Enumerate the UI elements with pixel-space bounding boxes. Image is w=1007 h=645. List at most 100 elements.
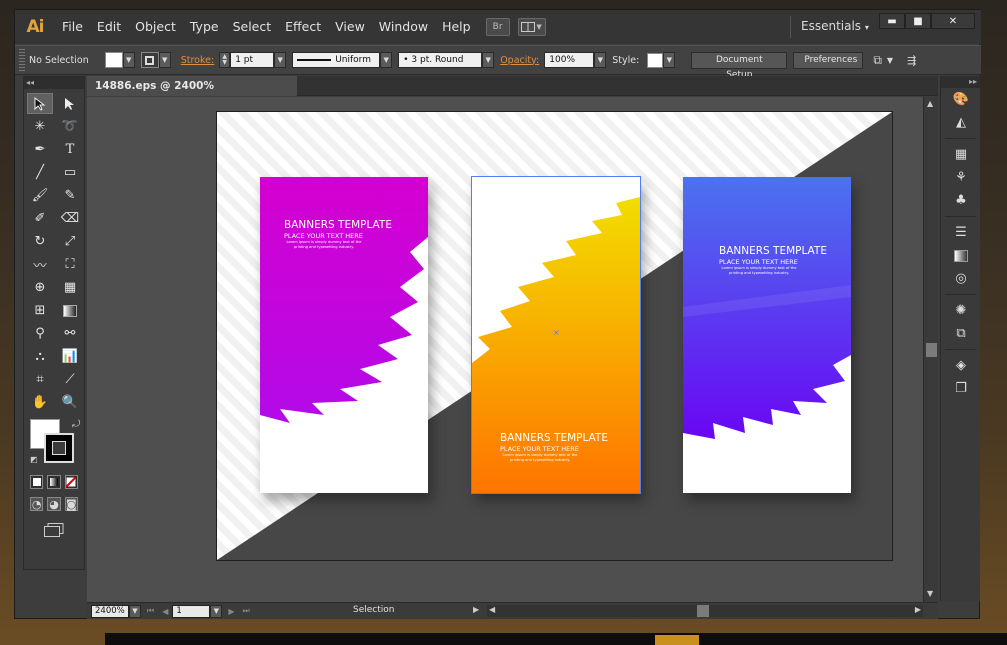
- warp-tool-icon[interactable]: 〰: [27, 254, 53, 275]
- canvas-area[interactable]: BANNERS TEMPLATE PLACE YOUR TEXT HERE Lo…: [87, 97, 938, 602]
- previous-artboard-icon[interactable]: ◀: [162, 607, 168, 616]
- variable-width-profile[interactable]: Uniform: [292, 52, 381, 68]
- graphic-style-dropdown[interactable]: ▼: [663, 52, 676, 68]
- free-transform-tool-icon[interactable]: ⛶: [57, 254, 83, 275]
- scroll-up-icon[interactable]: ▲: [927, 99, 933, 108]
- color-icon[interactable]: [30, 475, 44, 489]
- stroke-swatch-dropdown[interactable]: ▼: [158, 52, 171, 68]
- scroll-left-icon[interactable]: ◀: [489, 605, 495, 614]
- last-artboard-icon[interactable]: ⏭: [243, 606, 250, 616]
- chevron-down-icon[interactable]: ▼: [887, 56, 893, 65]
- horizontal-scroll-thumb[interactable]: [697, 605, 709, 617]
- align-options-icon[interactable]: ⧉: [873, 53, 882, 68]
- minimize-button[interactable]: ▬: [879, 13, 905, 29]
- preferences-button[interactable]: Preferences: [793, 51, 864, 69]
- opacity-dropdown[interactable]: ▼: [594, 52, 607, 68]
- stroke-weight-dropdown[interactable]: ▼: [274, 52, 287, 68]
- opacity-field[interactable]: 100%: [544, 52, 595, 68]
- transparency-icon[interactable]: ◎: [941, 267, 981, 290]
- fill-swatch[interactable]: [104, 52, 123, 68]
- screen-mode-icon[interactable]: [24, 523, 84, 537]
- stroke-icon[interactable]: ☰: [941, 221, 981, 244]
- first-artboard-icon[interactable]: ⏮: [147, 606, 154, 616]
- document-tab[interactable]: 14886.eps @ 2400% (RGB/Preview): [87, 76, 297, 112]
- close-button[interactable]: ✕: [931, 13, 975, 29]
- gradient-icon[interactable]: [941, 244, 981, 267]
- swap-fill-stroke-icon[interactable]: ⤾: [72, 419, 80, 430]
- type-tool-icon[interactable]: T: [57, 139, 83, 160]
- magic-wand-tool-icon[interactable]: ✳: [27, 116, 53, 137]
- color-guide-icon[interactable]: ◭: [941, 111, 981, 134]
- fill-dropdown[interactable]: ▼: [122, 52, 135, 68]
- slice-tool-icon[interactable]: ⟋: [57, 369, 83, 390]
- eyedropper-tool-icon[interactable]: ⚲: [27, 323, 53, 344]
- pencil-tool-icon[interactable]: ✎: [57, 185, 83, 206]
- zoom-tool-icon[interactable]: 🔍: [57, 392, 83, 413]
- zoom-field[interactable]: 2400%: [91, 604, 129, 618]
- stroke-weight-field[interactable]: 1 pt: [230, 52, 275, 68]
- artboards-icon[interactable]: ❐: [941, 377, 981, 400]
- blend-tool-icon[interactable]: ⚯: [57, 323, 83, 344]
- graphic-style-swatch[interactable]: [647, 52, 664, 68]
- vertical-scroll-thumb[interactable]: [926, 343, 937, 357]
- gradient-tool-icon[interactable]: [57, 300, 83, 321]
- menu-select[interactable]: Select: [226, 10, 279, 44]
- graphic-styles-icon[interactable]: ⧉: [941, 322, 981, 345]
- menu-file[interactable]: File: [55, 10, 90, 44]
- direct-selection-tool-icon[interactable]: [57, 93, 83, 114]
- artboard-dropdown[interactable]: ▼: [210, 604, 223, 618]
- document-setup-button[interactable]: Document Setup: [691, 51, 788, 80]
- shape-builder-tool-icon[interactable]: ⊕: [27, 277, 53, 298]
- opacity-link[interactable]: Opacity:: [500, 55, 539, 66]
- brush-definition[interactable]: • 3 pt. Round: [398, 52, 483, 68]
- arrange-documents-button[interactable]: ▼: [517, 18, 546, 36]
- banner-card[interactable]: BANNERS TEMPLATE PLACE YOUR TEXT HERE Lo…: [260, 177, 428, 493]
- menu-object[interactable]: Object: [128, 10, 183, 44]
- draw-normal-icon[interactable]: ◔: [30, 497, 44, 511]
- hand-tool-icon[interactable]: ✋: [27, 392, 53, 413]
- vertical-scrollbar[interactable]: ▲ ▼: [923, 97, 938, 602]
- color-panel-icon[interactable]: 🎨: [941, 88, 981, 111]
- zoom-dropdown[interactable]: ▼: [129, 604, 141, 618]
- menu-view[interactable]: View: [328, 10, 372, 44]
- menu-window[interactable]: Window: [372, 10, 435, 44]
- bridge-button[interactable]: Br: [485, 18, 510, 36]
- collapse-panel-icon[interactable]: ◂◂: [24, 77, 84, 89]
- perspective-grid-tool-icon[interactable]: ▦: [57, 277, 83, 298]
- maximize-button[interactable]: ■: [905, 13, 931, 29]
- scroll-down-icon[interactable]: ▼: [927, 589, 933, 598]
- none-icon[interactable]: [64, 475, 78, 489]
- taskbar-app-indicator[interactable]: [655, 635, 699, 645]
- artboard[interactable]: BANNERS TEMPLATE PLACE YOUR TEXT HERE Lo…: [216, 111, 893, 561]
- rotate-tool-icon[interactable]: ↻: [27, 231, 53, 252]
- stroke-swatch[interactable]: [140, 52, 159, 68]
- artboard-tool-icon[interactable]: ⌗: [27, 369, 53, 390]
- eraser-tool-icon[interactable]: ⌫: [57, 208, 83, 229]
- symbols-icon[interactable]: ♣: [941, 189, 981, 212]
- panel-menu-icon[interactable]: ⇶: [907, 54, 916, 67]
- symbol-sprayer-tool-icon[interactable]: ⛬: [27, 346, 53, 367]
- layers-icon[interactable]: ◈: [941, 354, 981, 377]
- menu-type[interactable]: Type: [183, 10, 226, 44]
- menu-effect[interactable]: Effect: [278, 10, 328, 44]
- menu-edit[interactable]: Edit: [90, 10, 128, 44]
- workspace-switcher[interactable]: Essentials ▾: [801, 19, 869, 33]
- selection-tool-icon[interactable]: [27, 93, 53, 114]
- gradient-mode-icon[interactable]: [47, 475, 61, 489]
- appearance-icon[interactable]: ✺: [941, 299, 981, 322]
- status-menu-icon[interactable]: ▶: [473, 605, 479, 614]
- scroll-right-icon[interactable]: ▶: [915, 605, 921, 614]
- pen-tool-icon[interactable]: ✒: [27, 139, 53, 160]
- profile-dropdown[interactable]: ▼: [380, 52, 393, 68]
- rectangle-tool-icon[interactable]: ▭: [57, 162, 83, 183]
- blob-brush-tool-icon[interactable]: ✐: [27, 208, 53, 229]
- column-graph-tool-icon[interactable]: 📊: [57, 346, 83, 367]
- artboard-number-field[interactable]: 1: [172, 604, 211, 618]
- draw-behind-icon[interactable]: ◕: [47, 497, 61, 511]
- brushes-icon[interactable]: ⚘: [941, 166, 981, 189]
- banner-card-selected[interactable]: × BANNERS TEMPLATE PLACE YOUR TEXT HERE …: [471, 176, 641, 494]
- stroke-link[interactable]: Stroke:: [181, 55, 214, 66]
- brush-dropdown[interactable]: ▼: [482, 52, 495, 68]
- horizontal-scrollbar[interactable]: ◀ ▶: [487, 605, 923, 617]
- default-fill-stroke-icon[interactable]: ◩: [30, 455, 38, 464]
